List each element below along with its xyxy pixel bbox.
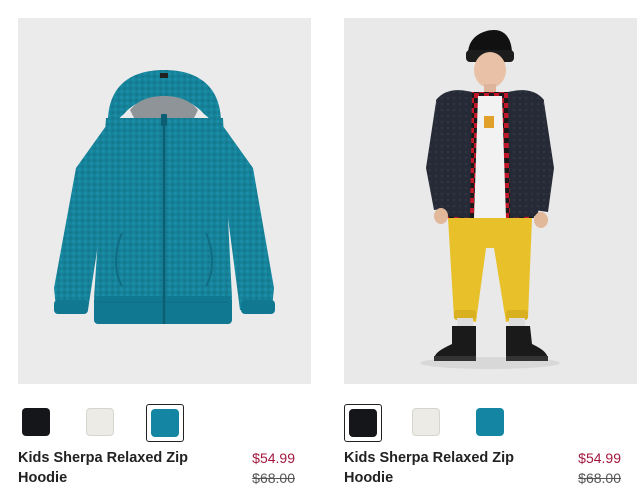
swatch-chip	[476, 408, 504, 436]
sale-price: $54.99	[578, 450, 621, 466]
product-name-link[interactable]: Kids Sherpa Relaxed Zip Hoodie	[18, 448, 198, 488]
swatch-black[interactable]	[18, 404, 56, 442]
product-image[interactable]	[344, 18, 637, 384]
swatch-cream[interactable]	[82, 404, 120, 442]
product-card: Kids Sherpa Relaxed Zip Hoodie $54.99 $6…	[344, 18, 637, 486]
product-name-link[interactable]: Kids Sherpa Relaxed Zip Hoodie	[344, 448, 524, 488]
original-price: $68.00	[578, 470, 621, 486]
product-card: Kids Sherpa Relaxed Zip Hoodie $54.99 $6…	[18, 18, 311, 486]
product-grid: Kids Sherpa Relaxed Zip Hoodie $54.99 $6…	[0, 0, 637, 498]
product-image[interactable]	[18, 18, 311, 384]
swatch-chip	[412, 408, 440, 436]
swatch-cream[interactable]	[408, 404, 446, 442]
color-swatches	[18, 404, 311, 442]
swatch-teal[interactable]	[146, 404, 184, 442]
swatch-chip	[151, 409, 179, 437]
swatch-chip	[86, 408, 114, 436]
model-photo-icon	[344, 18, 637, 384]
swatch-teal[interactable]	[472, 404, 510, 442]
swatch-chip	[349, 409, 377, 437]
original-price: $68.00	[252, 470, 295, 486]
sale-price: $54.99	[252, 450, 295, 466]
swatch-chip	[22, 408, 50, 436]
color-swatches	[344, 404, 637, 442]
teal-hoodie-photo-icon	[18, 18, 311, 384]
swatch-black[interactable]	[344, 404, 382, 442]
